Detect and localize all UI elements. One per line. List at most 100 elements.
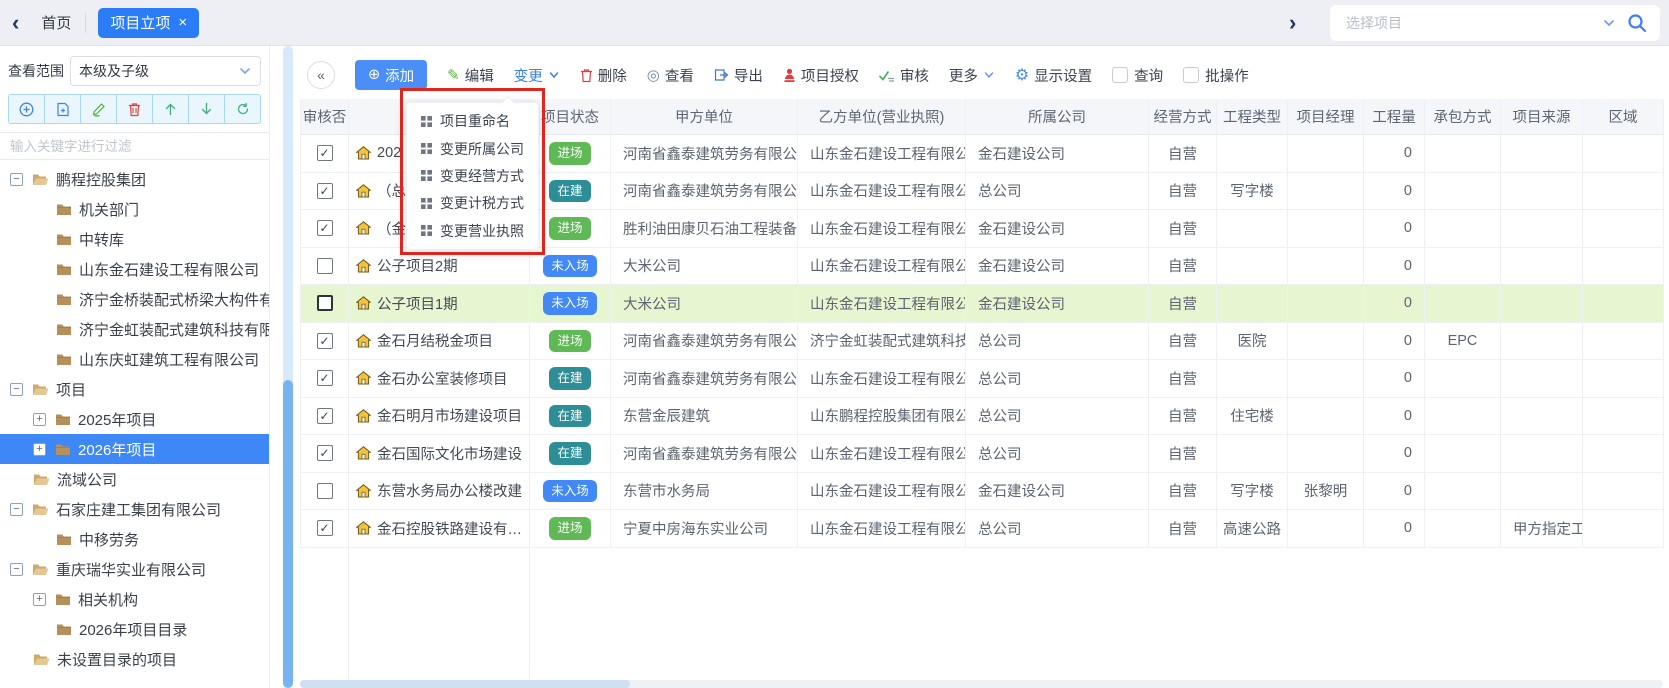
header-cell[interactable]: 乙方单位(营业执照): [798, 99, 966, 135]
delete-trash-icon[interactable]: [117, 95, 153, 123]
home-tab[interactable]: 首页: [41, 12, 71, 33]
cell-manager: [1288, 173, 1364, 211]
tree-item[interactable]: 机关部门: [0, 194, 269, 224]
header-cell[interactable]: 项目经理: [1288, 99, 1364, 135]
delete-button[interactable]: 删除: [580, 65, 627, 86]
tree-item[interactable]: − 项目: [0, 374, 269, 404]
checkbox[interactable]: [1112, 67, 1128, 83]
row-checkbox[interactable]: [317, 258, 333, 274]
scope-select[interactable]: 本级及子级: [70, 56, 261, 86]
tree-filter-input[interactable]: [0, 132, 270, 160]
header-cell[interactable]: 审核否: [301, 99, 349, 135]
change-menu-item[interactable]: 变更所属公司: [407, 136, 538, 162]
back-icon[interactable]: ‹: [12, 12, 19, 34]
cell-operation-mode: 自营: [1149, 398, 1217, 436]
tree-item[interactable]: 2026年项目目录: [0, 614, 269, 644]
audit-button[interactable]: 审核: [879, 65, 929, 86]
grid-icon: [421, 170, 432, 181]
row-checkbox[interactable]: ✓: [317, 183, 333, 199]
project-authorize-button[interactable]: 项目授权: [783, 65, 859, 86]
edit-button[interactable]: ✎编辑: [447, 65, 494, 86]
cell-quantity: 0: [1364, 135, 1425, 173]
row-checkbox[interactable]: ✓: [317, 333, 333, 349]
table-row[interactable]: ✓ 金石控股铁路建设有… 进场 宁夏中房海东实业公司 山东金石建设工程有限公司 …: [301, 510, 1663, 548]
table-row[interactable]: ✓ 金石国际文化市场建设 在建 河南省鑫泰建筑劳务有限公 山东金石建设工程有限公…: [301, 435, 1663, 473]
tree-item[interactable]: − 鹏程控股集团: [0, 164, 269, 194]
cell-quantity: 0: [1364, 473, 1425, 511]
table-row[interactable]: 东营水务局办公楼改建 未入场 东营市水务局 山东金石建设工程有限公司 金石建设公…: [301, 473, 1663, 511]
tree-item[interactable]: 中转库: [0, 224, 269, 254]
header-cell[interactable]: 工程类型: [1217, 99, 1288, 135]
tab-project-initiation[interactable]: 项目立项 ×: [98, 8, 199, 38]
change-menu-item[interactable]: 项目重命名: [407, 108, 538, 134]
table-row[interactable]: 公子项目2期 未入场 大米公司 山东金石建设工程有限公司 金石建设公司 自营 0: [301, 248, 1663, 286]
row-checkbox[interactable]: ✓: [317, 445, 333, 461]
change-menu-item[interactable]: 变更经营方式: [407, 163, 538, 189]
tree-item[interactable]: − 重庆瑞华实业有限公司: [0, 554, 269, 584]
header-cell[interactable]: 工程量: [1364, 99, 1425, 135]
tree-toggle-icon[interactable]: −: [10, 503, 23, 516]
move-up-icon[interactable]: [153, 95, 189, 123]
header-cell[interactable]: 承包方式: [1425, 99, 1501, 135]
search-icon[interactable]: [1626, 12, 1648, 34]
move-down-icon[interactable]: [189, 95, 225, 123]
scrollbar-thumb[interactable]: [283, 380, 293, 688]
display-settings-button[interactable]: ⚙显示设置: [1015, 65, 1092, 86]
forward-icon[interactable]: ›: [1289, 12, 1296, 34]
table-row[interactable]: ✓ 金石明月市场建设项目 在建 东营金辰建筑 山东鹏程控股集团有限公司 总公司 …: [301, 398, 1663, 436]
header-cell[interactable]: 经营方式: [1149, 99, 1217, 135]
tab-close-icon[interactable]: ×: [178, 15, 187, 30]
query-checkbox[interactable]: 查询: [1112, 65, 1163, 86]
tree-item[interactable]: 流域公司: [0, 464, 269, 494]
tree-toggle-icon[interactable]: +: [33, 593, 46, 606]
tree-item[interactable]: 济宁金虹装配式建筑科技有限公: [0, 314, 269, 344]
tree-item[interactable]: + 相关机构: [0, 584, 269, 614]
header-cell[interactable]: 项目来源: [1501, 99, 1583, 135]
table-row[interactable]: ✓ 金石办公室装修项目 在建 河南省鑫泰建筑劳务有限公 山东金石建设工程有限公司…: [301, 360, 1663, 398]
export-button[interactable]: 导出: [714, 65, 763, 86]
tree-item[interactable]: + 2026年项目: [0, 434, 269, 464]
table-row[interactable]: 公子项目1期 未入场 大米公司 山东金石建设工程有限公司 金石建设公司 自营 0: [301, 285, 1663, 323]
row-checkbox[interactable]: ✓: [317, 520, 333, 536]
row-checkbox[interactable]: [317, 483, 333, 499]
checkbox[interactable]: [1183, 67, 1199, 83]
tree-item[interactable]: + 2025年项目: [0, 404, 269, 434]
header-cell[interactable]: 项目状态: [530, 99, 611, 135]
header-cell[interactable]: 甲方单位: [611, 99, 798, 135]
tree-toggle-icon[interactable]: −: [10, 563, 23, 576]
add-circle-icon[interactable]: [9, 95, 45, 123]
tree-item[interactable]: 山东庆虹建筑工程有限公司: [0, 344, 269, 374]
row-checkbox[interactable]: ✓: [317, 145, 333, 161]
add-file-icon[interactable]: [45, 95, 81, 123]
row-checkbox[interactable]: [317, 295, 333, 311]
edit-pencil-icon[interactable]: [81, 95, 117, 123]
tree-item[interactable]: 山东金石建设工程有限公司: [0, 254, 269, 284]
more-button[interactable]: 更多: [949, 65, 995, 86]
refresh-icon[interactable]: [225, 95, 260, 123]
cell-party-b: 山东金石建设工程有限公司: [798, 473, 966, 511]
batch-checkbox[interactable]: 批操作: [1183, 65, 1249, 86]
collapse-panel-button[interactable]: «: [307, 61, 335, 89]
row-checkbox[interactable]: ✓: [317, 408, 333, 424]
header-cell[interactable]: 区域: [1583, 99, 1664, 135]
view-button[interactable]: ◎查看: [647, 65, 694, 86]
row-checkbox[interactable]: ✓: [317, 220, 333, 236]
folder-icon: [56, 263, 72, 276]
change-menu-item[interactable]: 变更营业执照: [407, 218, 538, 244]
scrollbar-thumb[interactable]: [300, 680, 630, 688]
tree-toggle-icon[interactable]: −: [10, 383, 23, 396]
row-checkbox[interactable]: ✓: [317, 370, 333, 386]
tree-toggle-icon[interactable]: +: [33, 443, 46, 456]
header-cell[interactable]: 所属公司: [966, 99, 1149, 135]
tree-item[interactable]: 未设置目录的项目: [0, 644, 269, 674]
change-button[interactable]: 变更: [514, 65, 560, 86]
tree-toggle-icon[interactable]: +: [33, 413, 46, 426]
tree-item[interactable]: − 石家庄建工集团有限公司: [0, 494, 269, 524]
tree-item[interactable]: 济宁金桥装配式桥梁大构件有: [0, 284, 269, 314]
table-row[interactable]: ✓ 金石月结税金项目 进场 河南省鑫泰建筑劳务有限公 济宁金虹装配式建筑科技有 …: [301, 323, 1663, 361]
add-button[interactable]: ⊕添加: [355, 60, 427, 90]
tree-toggle-icon[interactable]: −: [10, 173, 23, 186]
project-select[interactable]: 选择项目: [1330, 5, 1660, 41]
change-menu-item[interactable]: 变更计税方式: [407, 190, 538, 216]
tree-item[interactable]: 中移劳务: [0, 524, 269, 554]
